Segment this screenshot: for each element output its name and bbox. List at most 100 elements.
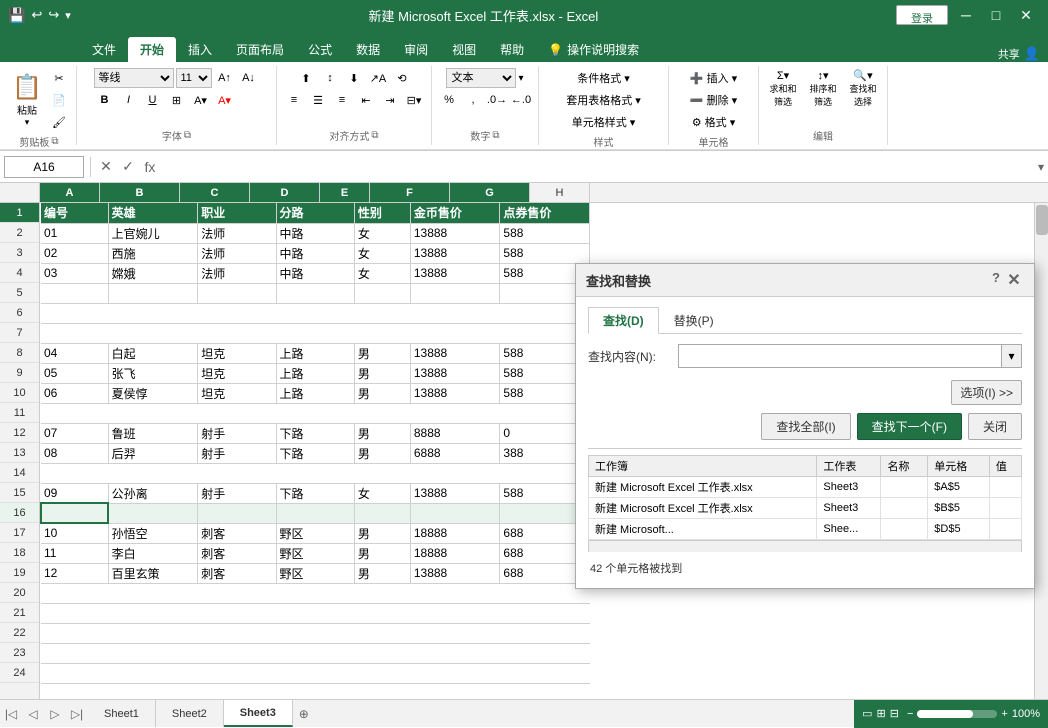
cell-c17[interactable]: 刺客 [198, 523, 276, 543]
cell-f4[interactable]: 13888 [410, 263, 500, 283]
format-button[interactable]: ⚙ 格式 ▾ [685, 112, 743, 132]
percent-button[interactable]: % [438, 90, 460, 110]
cell-c18[interactable]: 刺客 [198, 543, 276, 563]
number-expand-icon[interactable]: ⧉ [492, 130, 499, 141]
cell-b18[interactable]: 李白 [108, 543, 198, 563]
cell-d8[interactable]: 上路 [276, 343, 354, 363]
dialog-tab-find[interactable]: 查找(D) [588, 307, 659, 334]
cell-b16[interactable] [108, 503, 198, 523]
cell-e5[interactable] [354, 283, 410, 303]
cell-f2[interactable]: 13888 [410, 223, 500, 243]
cell-f16[interactable] [410, 503, 500, 523]
vertical-scrollbar[interactable] [1034, 203, 1048, 699]
cell-a2[interactable]: 01 [41, 223, 108, 243]
sort-filter-button[interactable]: ↕▾排序和筛选 [805, 68, 841, 108]
search-dropdown-button[interactable]: ▾ [1002, 344, 1022, 368]
cell-d2[interactable]: 中路 [276, 223, 354, 243]
account-icon[interactable]: 👤 [1024, 46, 1040, 62]
col-header-e[interactable]: E [320, 183, 370, 202]
cell-f8[interactable]: 13888 [410, 343, 500, 363]
formula-input[interactable] [163, 156, 1034, 178]
cell-f10[interactable]: 13888 [410, 383, 500, 403]
decrease-font-button[interactable]: A↓ [238, 68, 260, 88]
cell-g3[interactable]: 588 [500, 243, 590, 263]
increase-decimal-button[interactable]: .0→ [486, 90, 508, 110]
dialog-close-button[interactable]: ✕ [1004, 270, 1024, 290]
cell-c9[interactable]: 坦克 [198, 363, 276, 383]
find-all-button[interactable]: 查找全部(I) [761, 413, 850, 440]
cell-d4[interactable]: 中路 [276, 263, 354, 283]
dialog-help-icon[interactable]: ? [992, 270, 1000, 290]
align-top-button[interactable]: ⬆ [295, 68, 317, 88]
tab-page-layout[interactable]: 页面布局 [224, 37, 296, 62]
cell-d15[interactable]: 下路 [276, 483, 354, 503]
cell-a18[interactable]: 11 [41, 543, 108, 563]
italic-button[interactable]: I [118, 90, 140, 110]
col-header-c[interactable]: C [180, 183, 250, 202]
cell-b4[interactable]: 嫦娥 [108, 263, 198, 283]
cell-a19[interactable]: 12 [41, 563, 108, 583]
cell-d16[interactable] [276, 503, 354, 523]
cell-e17[interactable]: 男 [354, 523, 410, 543]
cell-f3[interactable]: 13888 [410, 243, 500, 263]
cell-d10[interactable]: 上路 [276, 383, 354, 403]
decrease-decimal-button[interactable]: ←.0 [510, 90, 532, 110]
bold-button[interactable]: B [94, 90, 116, 110]
cell-f5[interactable] [410, 283, 500, 303]
cell-f17[interactable]: 18888 [410, 523, 500, 543]
merge-button[interactable]: ⊟▾ [403, 90, 425, 110]
cell-a8[interactable]: 04 [41, 343, 108, 363]
maximize-button[interactable]: □ [982, 1, 1010, 29]
border-button[interactable]: ⊞ [166, 90, 188, 110]
increase-font-button[interactable]: A↑ [214, 68, 236, 88]
cell-b1[interactable]: 英雄 [108, 203, 198, 223]
tab-data[interactable]: 数据 [344, 37, 392, 62]
cell-a4[interactable]: 03 [41, 263, 108, 283]
cell-g1[interactable]: 点券售价 [500, 203, 590, 223]
cell-d1[interactable]: 分路 [276, 203, 354, 223]
number-format-dropdown[interactable]: ▾ [518, 73, 523, 84]
cell-f9[interactable]: 13888 [410, 363, 500, 383]
cell-e15[interactable]: 女 [354, 483, 410, 503]
cell-a16-current[interactable] [41, 503, 108, 523]
cell-c12[interactable]: 射手 [198, 423, 276, 443]
cell-b13[interactable]: 后羿 [108, 443, 198, 463]
cell-e9[interactable]: 男 [354, 363, 410, 383]
cell-c5[interactable] [198, 283, 276, 303]
cell-a15[interactable]: 09 [41, 483, 108, 503]
cell-d17[interactable]: 野区 [276, 523, 354, 543]
cell-d12[interactable]: 下路 [276, 423, 354, 443]
cell-c3[interactable]: 法师 [198, 243, 276, 263]
decrease-indent-button[interactable]: ⇤ [355, 90, 377, 110]
cell-b12[interactable]: 鲁班 [108, 423, 198, 443]
cell-f18[interactable]: 18888 [410, 543, 500, 563]
confirm-formula-icon[interactable]: ✓ [119, 158, 137, 175]
font-name-select[interactable]: 等线 [94, 68, 174, 88]
text-rotate-button[interactable]: ↗A [367, 68, 389, 88]
cell-e10[interactable]: 男 [354, 383, 410, 403]
col-header-d[interactable]: D [250, 183, 320, 202]
cell-f13[interactable]: 6888 [410, 443, 500, 463]
save-icon[interactable]: 💾 [8, 7, 25, 24]
col-header-a[interactable]: A [40, 183, 100, 202]
tab-file[interactable]: 文件 [80, 37, 128, 62]
cell-a17[interactable]: 10 [41, 523, 108, 543]
cell-e2[interactable]: 女 [354, 223, 410, 243]
search-input[interactable] [678, 344, 1002, 368]
col-header-f[interactable]: F [370, 183, 450, 202]
sum-button[interactable]: Σ▾求和和筛选 [765, 68, 801, 108]
cell-a3[interactable]: 02 [41, 243, 108, 263]
wrap-text-button[interactable]: ⟲ [391, 68, 413, 88]
add-sheet-button[interactable]: ⊕ [293, 703, 315, 725]
cell-b3[interactable]: 西施 [108, 243, 198, 263]
font-color-button[interactable]: A▾ [214, 90, 236, 110]
minimize-button[interactable]: ─ [952, 1, 980, 29]
cell-a12[interactable]: 07 [41, 423, 108, 443]
zoom-out-button[interactable]: − [907, 708, 913, 720]
cell-d18[interactable]: 野区 [276, 543, 354, 563]
login-button[interactable]: 登录 [896, 5, 948, 25]
close-button[interactable]: ✕ [1012, 1, 1040, 29]
font-expand-icon[interactable]: ⧉ [184, 130, 191, 141]
fill-color-button[interactable]: A▾ [190, 90, 212, 110]
cell-f19[interactable]: 13888 [410, 563, 500, 583]
